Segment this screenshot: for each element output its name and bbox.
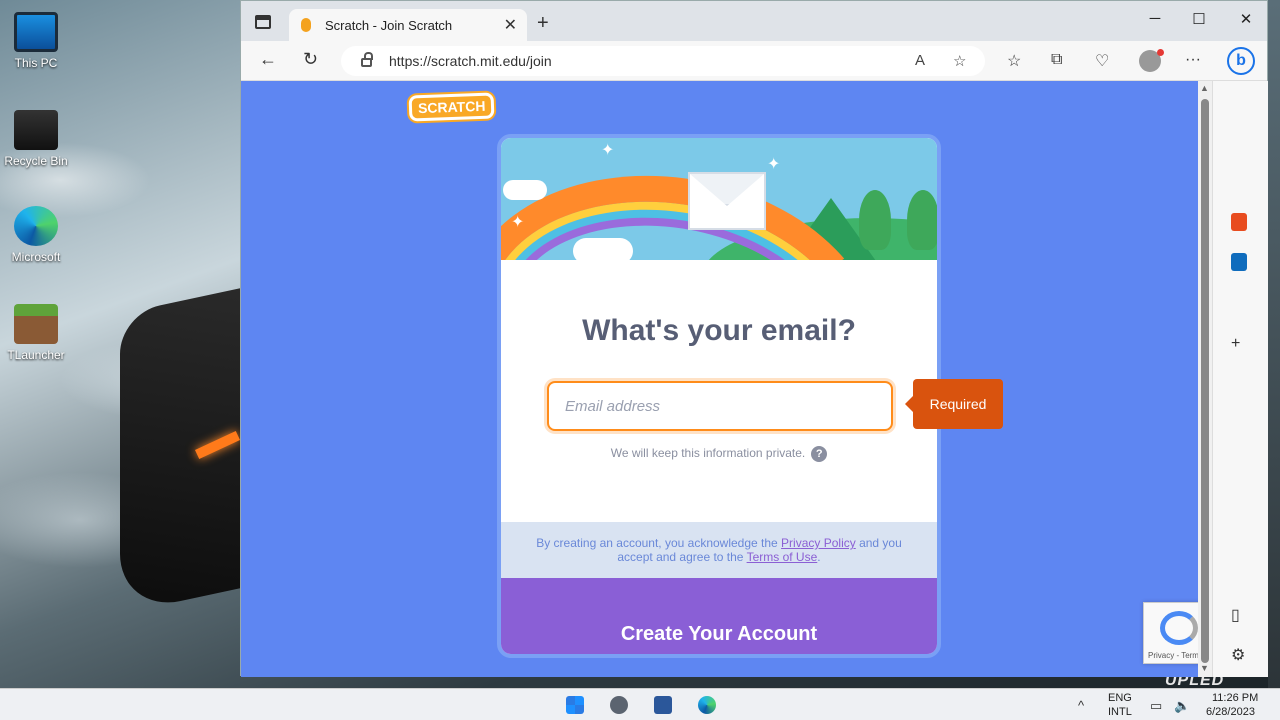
scroll-up-icon[interactable]: ▲ (1200, 83, 1209, 93)
office-icon[interactable] (1231, 213, 1247, 231)
new-tab-button[interactable]: + (537, 12, 549, 35)
email-field[interactable] (547, 381, 893, 431)
privacy-helper: We will keep this information private.? (501, 446, 937, 462)
recaptcha-badge[interactable]: Privacy - Terms (1143, 602, 1198, 664)
page-title: What's your email? (582, 314, 856, 347)
volume-icon[interactable]: 🔈 (1174, 698, 1190, 714)
help-icon[interactable]: ? (811, 446, 828, 462)
address-bar[interactable]: https://scratch.mit.edu/join A ☆ (341, 46, 985, 76)
clock-date[interactable]: 6/28/2023 (1206, 706, 1255, 718)
desktop-icon-label: Recycle Bin (4, 154, 68, 168)
banner-illustration: ✦ ✦ ✦ (501, 138, 937, 260)
tab-scratch-join[interactable]: Scratch - Join Scratch ✕ (289, 9, 527, 41)
tab-title: Scratch - Join Scratch (325, 18, 453, 33)
tab-close-icon[interactable]: ✕ (504, 15, 517, 35)
page-scrollbar[interactable]: ▲ ▼ (1198, 81, 1212, 677)
join-card: ✦ ✦ ✦ What's your email? We will keep th… (497, 134, 941, 658)
minimize-button[interactable]: ─ (1132, 10, 1178, 27)
wallpaper-edge (1268, 0, 1280, 688)
edge-icon (14, 206, 58, 246)
cloud-shape (503, 180, 547, 200)
close-window-button[interactable]: ✕ (1223, 10, 1269, 28)
terms-of-use-link[interactable]: Terms of Use (747, 550, 818, 564)
desktop-icon-tlauncher[interactable]: TLauncher (4, 304, 68, 362)
cloud-shape (573, 238, 633, 260)
desktop-icon-microsoft-edge[interactable]: Microsoft (4, 206, 68, 264)
lock-icon[interactable] (361, 52, 373, 67)
required-tooltip: Required (905, 379, 1003, 429)
add-sidebar-app-icon[interactable]: + (1231, 335, 1240, 353)
sparkle-icon: ✦ (767, 156, 781, 173)
language-layout[interactable]: INTL (1108, 706, 1132, 718)
browser-window: Scratch - Join Scratch ✕ + ─ ☐ ✕ ← ↻ htt… (240, 0, 1268, 677)
privacy-helper-text: We will keep this information private. (610, 446, 806, 461)
recycle-bin-icon (14, 110, 58, 150)
bing-chat-icon[interactable]: b (1227, 47, 1255, 75)
sidebar-settings-icon[interactable]: ⚙ (1231, 645, 1245, 665)
outlook-icon[interactable] (1231, 253, 1247, 271)
sparkle-icon: ✦ (601, 142, 615, 159)
maximize-button[interactable]: ☐ (1176, 10, 1222, 28)
legal-notice: By creating an account, you acknowledge … (501, 522, 937, 578)
legal-prefix: By creating an account, you acknowledge … (536, 536, 782, 550)
favorite-star-icon[interactable]: ☆ (953, 52, 966, 70)
clock-time[interactable]: 11:26 PM (1212, 692, 1258, 704)
desktop-icon-this-pc[interactable]: This PC (4, 12, 68, 70)
scratch-logo[interactable]: SCRATCH (408, 92, 495, 122)
desktop-icon-label: This PC (14, 56, 58, 70)
hide-sidebar-icon[interactable]: ▯ (1231, 605, 1240, 625)
privacy-policy-link[interactable]: Privacy Policy (781, 536, 856, 550)
word-icon[interactable] (654, 696, 672, 714)
read-aloud-icon[interactable]: A (915, 52, 925, 69)
browser-essentials-icon[interactable]: ♡ (1095, 51, 1109, 71)
envelope-icon (688, 172, 766, 230)
recaptcha-links[interactable]: Privacy - Terms (1148, 651, 1198, 660)
more-options-icon[interactable]: ··· (1185, 51, 1201, 69)
sparkle-icon: ✦ (511, 214, 525, 231)
monitor-icon (14, 12, 58, 52)
collections-icon[interactable]: ⧉ (1051, 51, 1062, 69)
back-button[interactable]: ← (259, 49, 277, 70)
tray-chevron-up-icon[interactable]: ^ (1078, 698, 1084, 713)
wallpaper-car (120, 286, 250, 614)
create-account-button[interactable]: Create Your Account (501, 578, 937, 654)
edge-icon[interactable] (698, 696, 716, 714)
edge-sidebar: + ▯ ⚙ (1212, 81, 1268, 677)
legal-suffix: . (817, 550, 821, 564)
start-icon[interactable] (566, 696, 584, 714)
url-text[interactable]: https://scratch.mit.edu/join (389, 53, 552, 69)
profile-notification-dot (1157, 49, 1164, 56)
minecraft-block-icon (14, 304, 58, 344)
scroll-thumb[interactable] (1201, 99, 1209, 663)
refresh-button[interactable]: ↻ (303, 49, 318, 70)
taskbar: ^ ENG INTL ▭ 🔈 11:26 PM 6/28/2023 (0, 688, 1280, 720)
network-icon[interactable]: ▭ (1150, 698, 1162, 714)
tab-bar: Scratch - Join Scratch ✕ + ─ ☐ ✕ (241, 1, 1267, 41)
desktop-icon-recycle-bin[interactable]: Recycle Bin (4, 110, 68, 168)
desktop-icon-label: Microsoft (11, 250, 61, 264)
settings-gear-icon[interactable] (610, 696, 628, 714)
browser-toolbar: ← ↻ https://scratch.mit.edu/join A ☆ ☆ ⧉… (241, 41, 1267, 81)
tab-actions-icon[interactable] (255, 15, 271, 29)
tree-shape (907, 190, 937, 250)
language-indicator[interactable]: ENG (1108, 692, 1132, 704)
scratch-favicon-icon (301, 18, 311, 32)
scroll-down-icon[interactable]: ▼ (1200, 663, 1209, 673)
favorites-icon[interactable]: ☆ (1007, 51, 1021, 71)
page-viewport: SCRATCH ✦ ✦ ✦ What's your email? We will… (241, 81, 1198, 677)
recaptcha-icon (1160, 611, 1198, 645)
tree-shape (859, 190, 891, 250)
desktop-icon-label: TLauncher (7, 348, 65, 362)
